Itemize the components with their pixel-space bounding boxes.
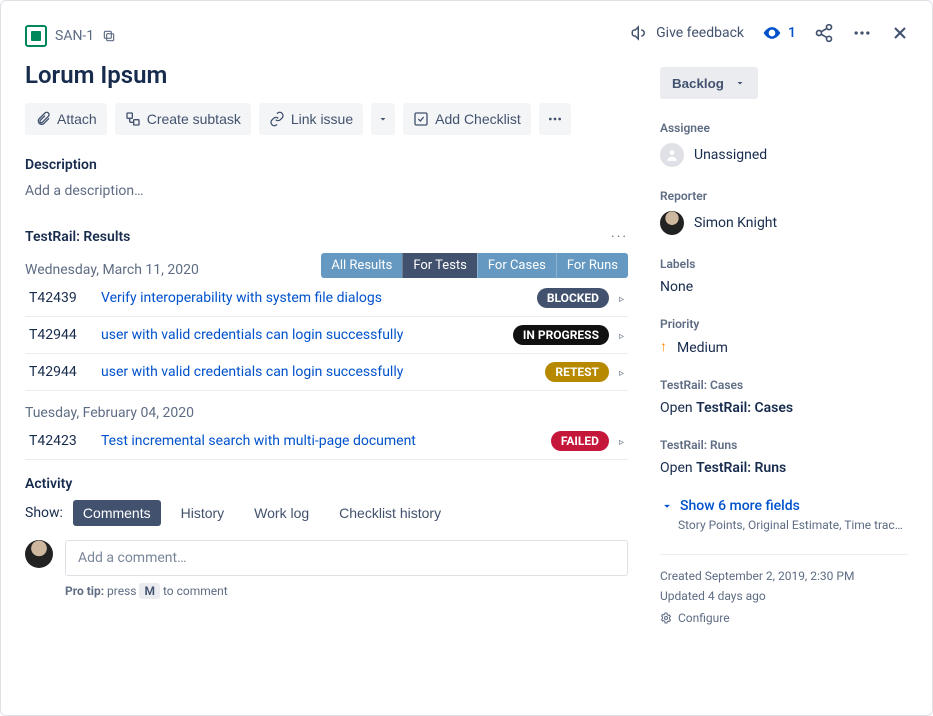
testrail-results-title: TestRail: Results	[25, 229, 130, 245]
result-date-1: Tuesday, February 04, 2020	[25, 405, 628, 421]
megaphone-icon	[630, 24, 648, 42]
labels-field[interactable]: None	[660, 279, 908, 295]
unassigned-avatar-icon	[660, 143, 684, 167]
more-icon	[547, 111, 563, 127]
result-row: T42423Test incremental search with multi…	[25, 423, 628, 460]
created-meta: Created September 2, 2019, 2:30 PM	[660, 569, 908, 583]
open-testrail-cases[interactable]: Open TestRail: Cases	[660, 400, 908, 416]
attach-button[interactable]: Attach	[25, 103, 107, 135]
link-issue-dropdown[interactable]	[371, 103, 395, 135]
chevron-down-icon	[734, 77, 746, 89]
tab-all-results[interactable]: All Results	[321, 253, 402, 278]
link-icon	[269, 111, 285, 127]
chevron-down-icon	[377, 113, 389, 125]
description-placeholder[interactable]: Add a description…	[25, 183, 628, 199]
toolbar: Attach Create subtask Link issue Add Che…	[25, 103, 628, 135]
configure-link[interactable]: Configure	[660, 611, 908, 625]
status-pill: IN PROGRESS	[513, 325, 609, 345]
breadcrumb: SAN-1	[25, 25, 628, 47]
result-row: T42944user with valid credentials can lo…	[25, 317, 628, 354]
comment-protip: Pro tip: press M to comment	[65, 584, 628, 598]
test-name-link[interactable]: Test incremental search with multi-page …	[97, 423, 498, 460]
testrail-cases-label: TestRail: Cases	[660, 378, 908, 392]
expand-row-icon[interactable]: ▹	[609, 331, 624, 342]
test-name-link[interactable]: user with valid credentials can login su…	[97, 317, 498, 354]
assignee-field[interactable]: Unassigned	[660, 143, 908, 167]
paperclip-icon	[35, 111, 51, 127]
give-feedback-button[interactable]: Give feedback	[630, 24, 744, 42]
expand-row-icon[interactable]: ▹	[609, 437, 624, 448]
activity-show-label: Show:	[25, 505, 63, 521]
project-icon[interactable]	[25, 25, 47, 47]
add-comment-input[interactable]: Add a comment…	[65, 540, 628, 576]
result-date-0: Wednesday, March 11, 2020	[25, 262, 199, 278]
activity-tab-history[interactable]: History	[171, 500, 235, 526]
results-table-2: T42423Test incremental search with multi…	[25, 423, 628, 460]
show-more-fields[interactable]: Show 6 more fields	[660, 498, 908, 514]
activity-tab-checklist-history[interactable]: Checklist history	[329, 500, 451, 526]
expand-row-icon[interactable]: ▹	[609, 368, 624, 379]
status-pill: RETEST	[545, 362, 609, 382]
tab-for-cases[interactable]: For Cases	[477, 253, 556, 278]
toolbar-more-button[interactable]	[539, 103, 571, 135]
results-table: T42439Verify interoperability with syste…	[25, 280, 628, 391]
priority-label: Priority	[660, 317, 908, 331]
watchers-button[interactable]: 1	[762, 23, 796, 43]
issue-key[interactable]: SAN-1	[55, 28, 94, 44]
add-checklist-button[interactable]: Add Checklist	[403, 103, 531, 135]
more-fields-preview: Story Points, Original Estimate, Time tr…	[678, 518, 908, 532]
issue-title[interactable]: Lorum Ipsum	[25, 61, 628, 89]
eye-icon	[762, 23, 782, 43]
close-button[interactable]	[890, 23, 910, 43]
reporter-field[interactable]: Simon Knight	[660, 211, 908, 235]
priority-field[interactable]: ↑ Medium	[660, 339, 908, 356]
link-issue-button[interactable]: Link issue	[259, 103, 363, 135]
open-testrail-runs[interactable]: Open TestRail: Runs	[660, 460, 908, 476]
status-pill: BLOCKED	[537, 288, 609, 308]
copy-link-icon[interactable]	[102, 29, 116, 43]
result-row: T42439Verify interoperability with syste…	[25, 280, 628, 317]
test-id: T42944	[25, 317, 97, 354]
activity-title: Activity	[25, 476, 628, 492]
status-dropdown[interactable]: Backlog	[660, 67, 758, 99]
checkbox-icon	[413, 111, 429, 127]
test-id: T42423	[25, 423, 97, 460]
chevron-down-icon	[660, 499, 674, 513]
expand-row-icon[interactable]: ▹	[609, 294, 624, 305]
assignee-label: Assignee	[660, 121, 908, 135]
tab-for-tests[interactable]: For Tests	[402, 253, 477, 278]
actions-more-button[interactable]	[852, 23, 872, 43]
testrail-panel-more[interactable]: ···	[611, 229, 628, 245]
testrail-runs-label: TestRail: Runs	[660, 438, 908, 452]
reporter-avatar	[660, 211, 684, 235]
share-button[interactable]	[814, 23, 834, 43]
current-user-avatar	[25, 540, 53, 568]
subtask-icon	[125, 111, 141, 127]
updated-meta: Updated 4 days ago	[660, 589, 908, 603]
status-pill: FAILED	[551, 431, 609, 451]
result-filter-tabs: All Results For Tests For Cases For Runs	[321, 253, 628, 278]
test-name-link[interactable]: user with valid credentials can login su…	[97, 354, 498, 391]
priority-medium-icon: ↑	[660, 338, 667, 355]
description-label: Description	[25, 157, 628, 173]
test-id: T42944	[25, 354, 97, 391]
activity-tab-comments[interactable]: Comments	[73, 500, 161, 526]
create-subtask-button[interactable]: Create subtask	[115, 103, 251, 135]
result-row: T42944user with valid credentials can lo…	[25, 354, 628, 391]
activity-tab-worklog[interactable]: Work log	[244, 500, 319, 526]
test-id: T42439	[25, 280, 97, 317]
tab-for-runs[interactable]: For Runs	[556, 253, 628, 278]
labels-label: Labels	[660, 257, 908, 271]
reporter-label: Reporter	[660, 189, 908, 203]
gear-icon	[660, 612, 672, 624]
test-name-link[interactable]: Verify interoperability with system file…	[97, 280, 498, 317]
